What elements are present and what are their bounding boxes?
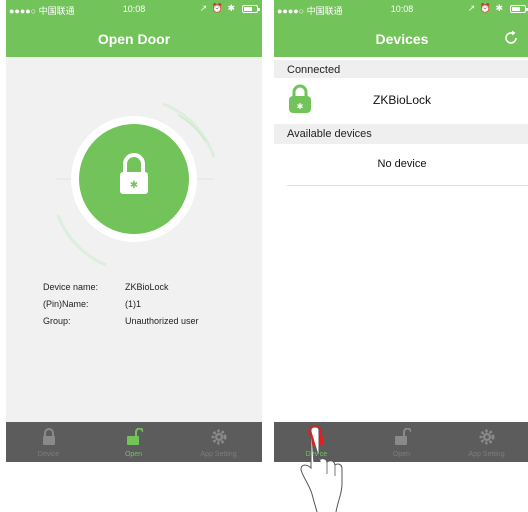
connected-device-row[interactable]: ✱ ZKBioLock [274,78,528,122]
status-icons: ↗ ⏰ ✱ [199,3,236,13]
connected-section-header: Connected [274,60,528,80]
tab-device-label: Device [37,451,60,458]
tab-device[interactable]: Device [6,422,91,462]
unlock-icon [395,428,411,445]
tab-open[interactable]: Open [91,422,176,462]
battery-icon [510,5,528,13]
devices-screen: ●●●●○ 中国联通 10:08 ↗ ⏰ ✱ Devices Connected… [274,0,528,462]
available-header-label: Available devices [287,128,372,140]
tab-open[interactable]: Open [359,422,444,462]
unlock-ring: ✱ [56,102,216,267]
status-icons: ↗ ⏰ ✱ [467,3,504,13]
open-door-button[interactable]: ✱ [46,95,226,275]
connected-header-label: Connected [287,64,341,76]
status-bar: ●●●●○ 中国联通 10:08 ↗ ⏰ ✱ [274,0,528,20]
tab-app-setting-label: App Setting [468,451,505,458]
tab-bar: Device Open App Setting [6,422,262,462]
tab-app-setting[interactable]: App Setting [444,422,528,462]
group-value: Unauthorized user [125,316,199,326]
nav-bar: Open Door [6,20,262,57]
pin-name-value: (1)1 [125,299,142,309]
device-name-value: ZKBioLock [125,282,169,292]
svg-text:✱: ✱ [130,180,138,191]
lock-icon [43,428,55,445]
tab-app-setting[interactable]: App Setting [176,422,261,462]
unlock-icon [127,428,143,445]
pin-name-label: (Pin)Name: [43,299,89,309]
no-device-message: No device [377,158,427,170]
nav-bar: Devices [274,20,528,57]
connected-device-name: ZKBioLock [372,93,432,107]
status-bar: ●●●●○ 中国联通 10:08 ↗ ⏰ ✱ [6,0,262,20]
group-label: Group: [43,316,71,326]
gear-icon [211,429,227,445]
page-title: Open Door [97,31,171,47]
device-name-label: Device name: [43,282,99,292]
gear-icon [479,429,495,445]
pointing-hand-icon [300,425,343,512]
tab-open-label: Open [392,451,411,458]
tab-open-label: Open [124,451,143,458]
list-divider [287,185,528,186]
page-title: Devices [375,31,429,47]
battery-icon [242,5,260,13]
available-section-header: Available devices [274,124,528,144]
tab-app-setting-label: App Setting [200,451,237,458]
refresh-icon[interactable] [502,29,520,47]
open-door-screen: ●●●●○ 中国联通 10:08 ↗ ⏰ ✱ Open Door ✱ Devic… [6,0,262,462]
